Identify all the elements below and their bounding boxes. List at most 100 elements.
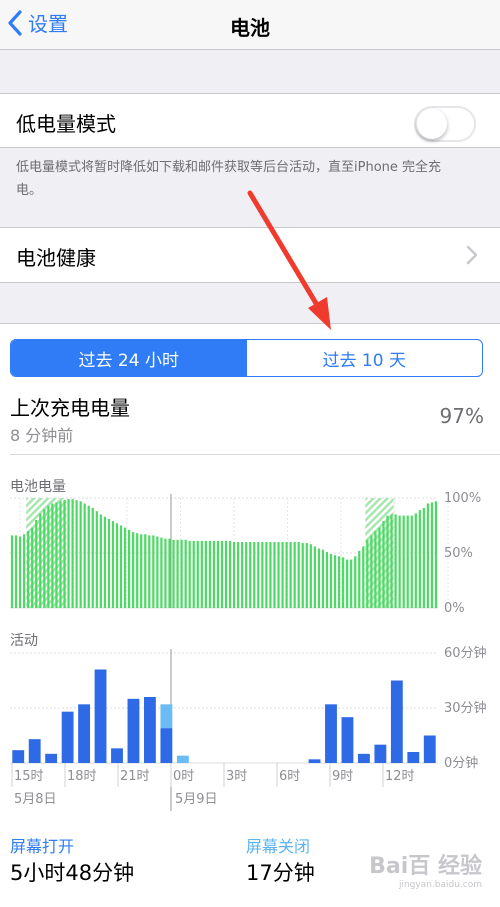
- screen-on-bar: [28, 739, 41, 763]
- battery-level-bar: [152, 535, 155, 608]
- battery-level-bar: [406, 515, 409, 608]
- battery-level-bar: [27, 531, 30, 608]
- battery-level-bar: [394, 514, 397, 608]
- last-charge-percent: 97%: [439, 404, 484, 428]
- x-tick-label: 6时: [279, 769, 300, 784]
- battery-level-bar: [18, 536, 22, 608]
- battery-level-bar: [212, 540, 216, 608]
- battery-level-bar: [309, 544, 312, 608]
- screen-on-bar: [357, 753, 370, 763]
- battery-level-bar: [95, 511, 98, 608]
- screen-on-bar: [423, 735, 436, 763]
- battery-level-bar: [111, 521, 115, 608]
- battery-level-bar: [350, 559, 353, 608]
- battery-level-bar: [63, 500, 66, 608]
- battery-level-bar: [430, 502, 434, 608]
- battery-level-bar: [434, 501, 438, 608]
- battery-level-bar: [43, 509, 46, 608]
- battery-level-bar: [220, 540, 224, 608]
- screen-on-bar: [94, 669, 107, 763]
- date-label: 5月8日: [14, 792, 57, 807]
- x-tick-label: 18时: [67, 769, 97, 784]
- tab-last-10-days[interactable]: 过去 10 天: [247, 340, 483, 376]
- battery-level-bar: [136, 533, 139, 608]
- battery-level-bar: [426, 503, 430, 608]
- battery-level-bar: [253, 542, 256, 608]
- screen-on-bar: [390, 680, 403, 763]
- toggle-knob: [417, 109, 447, 139]
- battery-level-bar: [265, 542, 268, 608]
- battery-level-bar: [172, 539, 175, 608]
- battery-level-bar: [269, 542, 272, 608]
- navigation-bar: 设置 电池: [0, 0, 500, 50]
- date-label: 5月9日: [175, 792, 218, 807]
- low-power-footnote: 低电量模式将暂时降低如下载和邮件获取等后台活动，直至iPhone 完全充电。: [16, 160, 442, 198]
- x-tick-label: 12时: [385, 769, 415, 784]
- screen-on-label: 屏幕打开: [10, 837, 75, 856]
- battery-level-bar: [325, 551, 329, 608]
- battery-level-bar: [358, 550, 361, 608]
- battery-health-row[interactable]: 电池健康: [0, 227, 500, 283]
- battery-level-bar: [317, 548, 320, 608]
- screen-on-bar: [61, 711, 74, 763]
- battery-level-bar: [386, 515, 389, 608]
- battery-level-bar: [35, 520, 38, 608]
- battery-level-bar: [132, 532, 135, 608]
- battery-level-bar: [333, 555, 337, 608]
- battery-level-bar: [297, 542, 300, 608]
- y-tick-label: 100%: [444, 491, 481, 506]
- battery-level-bar: [71, 499, 74, 608]
- battery-level-bar: [188, 540, 191, 608]
- battery-level-bar: [31, 527, 34, 608]
- battery-level-bar: [39, 513, 42, 608]
- battery-level-bar: [402, 515, 405, 608]
- battery-level-bar: [144, 534, 147, 608]
- battery-level-bar: [51, 503, 54, 608]
- battery-level-bar: [249, 542, 252, 608]
- battery-level-bar: [184, 539, 187, 608]
- battery-level-bar: [374, 531, 377, 608]
- battery-level-bar: [123, 527, 127, 608]
- battery-level-bar: [362, 546, 365, 608]
- chevron-right-icon: [466, 245, 478, 265]
- tab-last-24-hours[interactable]: 过去 24 小时: [11, 340, 247, 376]
- battery-level-bar: [148, 535, 151, 608]
- battery-level-bar: [418, 510, 421, 608]
- battery-level-bar: [103, 516, 106, 608]
- battery-level-bar: [168, 538, 171, 608]
- battery-level-bar: [378, 527, 381, 608]
- battery-level-bar: [329, 554, 333, 608]
- battery-level-bar: [228, 540, 232, 608]
- battery-level-bar: [156, 536, 159, 608]
- battery-level-bar: [301, 543, 304, 608]
- screen-on-bar: [143, 697, 156, 763]
- battery-level-bar: [313, 546, 316, 608]
- watermark-brand: Bai百 经验: [369, 854, 482, 879]
- battery-level-bar: [232, 542, 236, 608]
- battery-level-bar: [237, 542, 240, 608]
- battery-level-bar: [75, 500, 78, 608]
- screen-on-bar: [308, 759, 321, 763]
- screen-off-bar: [176, 755, 189, 763]
- battery-level-bar: [216, 540, 220, 608]
- screen-off-bar: [160, 704, 173, 729]
- battery-level-chart: 100% 50% 0%: [10, 491, 481, 616]
- battery-level-bar: [79, 501, 82, 608]
- screen-on-bar: [374, 744, 387, 763]
- battery-level-bar: [192, 540, 195, 608]
- x-tick-label: 3时: [226, 769, 247, 784]
- battery-level-bar: [204, 540, 207, 608]
- battery-level-bar: [285, 542, 288, 608]
- screen-on-bar: [45, 753, 58, 763]
- screen-on-bar: [325, 704, 337, 763]
- screen-on-value: 5小时48分钟: [10, 861, 135, 885]
- battery-level-bar: [107, 518, 111, 608]
- battery-level-bar: [67, 499, 70, 608]
- screen-on-bar: [341, 717, 354, 763]
- watermark: Bai百 经验 jingyan.baidu.com: [369, 848, 482, 890]
- x-tick-label: 15时: [14, 769, 44, 784]
- y-tick-label: 30分钟: [444, 700, 487, 716]
- divider: [10, 454, 500, 455]
- low-power-mode-toggle[interactable]: [414, 106, 476, 142]
- battery-level-bar: [337, 556, 341, 608]
